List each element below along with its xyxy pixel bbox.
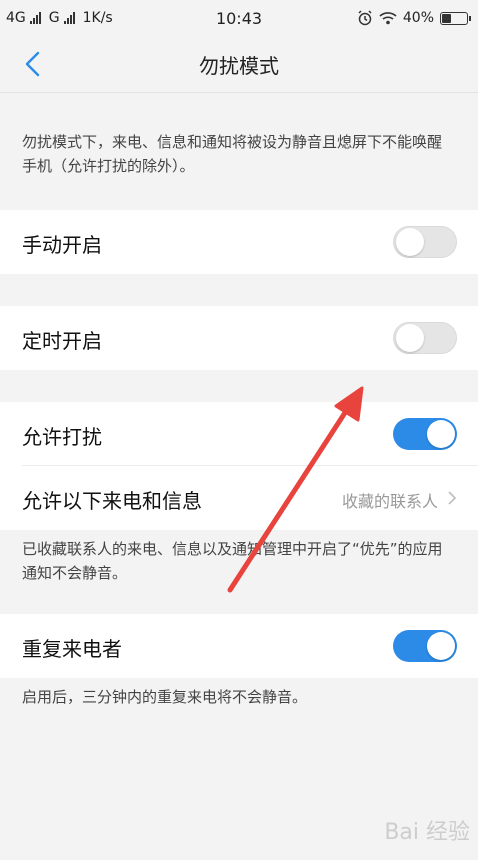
repeat-callers-toggle[interactable]	[393, 630, 457, 662]
allow-interruptions-toggle[interactable]	[393, 418, 457, 450]
status-bar: 4G G 1K/s 10:43 40%	[0, 0, 478, 36]
scheduled-enable-label: 定时开启	[22, 329, 102, 353]
title-divider	[0, 92, 478, 93]
row-manual-enable[interactable]: 手动开启	[0, 210, 478, 274]
clock: 10:43	[215, 8, 263, 28]
manual-enable-label: 手动开启	[22, 233, 102, 257]
title-bar: 勿扰模式	[0, 36, 478, 92]
repeat-callers-label: 重复来电者	[22, 637, 122, 661]
row-allow-from[interactable]: 允许以下来电和信息 收藏的联系人	[0, 466, 478, 530]
battery-fill	[442, 13, 451, 23]
repeat-note: 启用后，三分钟内的重复来电将不会静音。	[22, 688, 308, 706]
toggle-knob	[396, 228, 424, 256]
chevron-right-icon	[448, 491, 457, 505]
page-title: 勿扰模式	[199, 54, 279, 78]
scheduled-enable-toggle[interactable]	[393, 322, 457, 354]
allow-note: 已收藏联系人的来电、信息以及通知管理中开启了“优先”的应用通知不会静音。	[22, 540, 443, 582]
watermark-logo: Bai 经验	[384, 820, 470, 845]
battery-icon	[440, 11, 471, 25]
allow-interruptions-group: 允许打扰 允许以下来电和信息 收藏的联系人	[0, 402, 478, 530]
allow-interruptions-label: 允许打扰	[22, 425, 102, 449]
row-scheduled-enable[interactable]: 定时开启	[0, 306, 478, 370]
intro-description: 勿扰模式下，来电、信息和通知将被设为静音且熄屏下不能唤醒手机（允许打扰的除外）。	[22, 133, 443, 175]
toggle-knob	[396, 324, 424, 352]
toggle-knob	[427, 632, 455, 660]
allow-from-label: 允许以下来电和信息	[22, 489, 202, 513]
manual-enable-toggle[interactable]	[393, 226, 457, 258]
allow-from-value: 收藏的联系人	[341, 492, 438, 511]
toggle-knob	[427, 420, 455, 448]
row-repeat-callers[interactable]: 重复来电者	[0, 614, 478, 678]
